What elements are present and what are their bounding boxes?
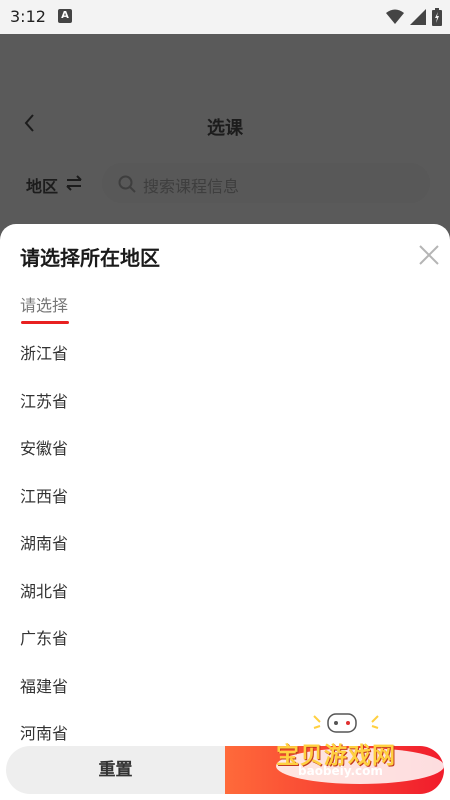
list-item-province[interactable]: 湖南省: [20, 520, 430, 568]
notification-icon: A: [58, 9, 72, 23]
list-item-province[interactable]: 安徽省: [20, 425, 430, 473]
region-filter-button[interactable]: 地区: [26, 173, 58, 197]
reset-button[interactable]: 重置: [6, 746, 225, 794]
list-item-province[interactable]: 湖北省: [20, 568, 430, 616]
list-item-province[interactable]: 福建省: [20, 663, 430, 711]
tab-select-province[interactable]: 请选择: [20, 292, 68, 316]
list-item-province[interactable]: 浙江省: [20, 330, 430, 378]
tab-active-indicator: [21, 321, 69, 324]
province-list[interactable]: 浙江省 江苏省 安徽省 江西省 湖南省 湖北省 广东省 福建省 河南省: [20, 330, 430, 742]
signal-icon: [410, 9, 426, 25]
wifi-icon: [386, 9, 404, 24]
page-title: 选课: [207, 118, 243, 139]
battery-icon: [432, 8, 442, 26]
status-time: 3:12: [10, 7, 46, 26]
close-icon[interactable]: [418, 244, 440, 266]
list-item-province[interactable]: 江西省: [20, 473, 430, 521]
list-item-province[interactable]: 江苏省: [20, 378, 430, 426]
swap-icon[interactable]: [65, 175, 83, 191]
search-icon: [118, 175, 136, 193]
list-item-province[interactable]: 广东省: [20, 615, 430, 663]
search-placeholder: 搜索课程信息: [143, 177, 240, 196]
status-bar: 3:12 A: [0, 0, 450, 34]
sheet-title: 请选择所在地区: [20, 246, 160, 270]
status-icons: [386, 8, 442, 26]
watermark-url: baobeiy.com: [298, 764, 383, 778]
